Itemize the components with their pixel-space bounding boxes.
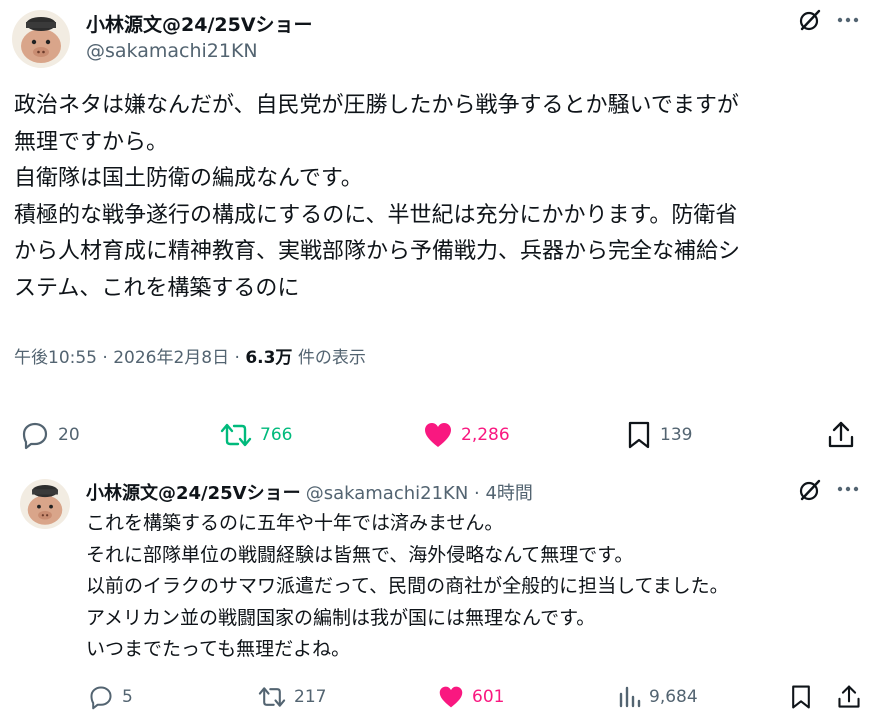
tweet-body: 政治ネタは嫌なんだが、自民党が圧勝したから戦争するとか騒いでますが 無理ですから… [14, 88, 884, 307]
timestamp[interactable]: 午後10:55 · 2026年2月8日 · [14, 348, 245, 368]
tweet-body-line: ステム、これを構築するのに [14, 275, 300, 301]
tweet-body-line: 積極的な戦争遂行の構成にするのに、半世紀は充分にかかります。防衛省 [14, 202, 738, 228]
pig-avatar-image [20, 479, 70, 529]
reply-views-count: 9,684 [649, 687, 698, 707]
avatar[interactable] [12, 10, 70, 68]
like-button[interactable]: 2,286 [423, 420, 510, 450]
grok-icon[interactable] [797, 477, 823, 507]
reply-author-handle[interactable]: @sakamachi21KN [306, 483, 469, 504]
reply-like-count: 601 [472, 687, 505, 707]
reply-icon [22, 422, 48, 450]
more-icon[interactable] [835, 10, 861, 34]
reply-repost-count: 217 [294, 687, 327, 707]
reply-avatar[interactable] [20, 479, 70, 529]
reply-repost-button[interactable]: 217 [258, 684, 326, 710]
bookmark-icon [628, 421, 650, 449]
reply-body: これを構築するのに五年や十年では済みません。 それに部隊単位の戦闘経験は皆無で、… [86, 508, 881, 666]
reply-icon [90, 686, 112, 710]
author-name[interactable]: 小林源文@24/25Vショー [86, 10, 313, 37]
tweet-body-line: 自衛隊は国土防衛の編成なんです。 [14, 166, 363, 191]
reply-like-button[interactable]: 601 [438, 684, 504, 710]
like-icon [439, 686, 463, 708]
reply-time[interactable]: · 4時間 [468, 483, 533, 504]
views-label: 件の表示 [292, 348, 366, 368]
reply-body-line: いつまでたっても無理だよね。 [86, 638, 351, 660]
grok-icon[interactable] [797, 7, 823, 37]
reply-body-line: 以前のイラクのサマワ派遣だって、民間の商社が全般的に担当してました。 [86, 575, 729, 597]
tweet-body-line: から人材育成に精神教育、実戦部隊から予備戦力、兵器から完全な補給シ [14, 239, 741, 264]
author-handle[interactable]: @sakamachi21KN [86, 40, 258, 62]
share-icon[interactable] [836, 684, 862, 714]
reply-count: 20 [58, 425, 80, 445]
repost-button[interactable]: 766 [220, 420, 292, 450]
like-icon [425, 423, 451, 447]
repost-count: 766 [260, 425, 293, 445]
views-icon [619, 686, 641, 708]
tweet-meta: 午後10:55 · 2026年2月8日 · 6.3万 件の表示 [14, 343, 366, 368]
repost-icon [258, 687, 286, 707]
reply-header: 小林源文@24/25Vショー @sakamachi21KN · 4時間 [86, 479, 533, 505]
like-count: 2,286 [461, 425, 510, 445]
tweet-body-line: 無理ですから。 [14, 129, 169, 155]
share-icon[interactable] [827, 420, 855, 454]
tweet-body-line: 政治ネタは嫌なんだが、自民党が圧勝したから戦争するとか騒いでますが [14, 93, 739, 118]
reply-author-name[interactable]: 小林源文@24/25Vショー [86, 483, 301, 504]
views-count: 6.3万 [245, 348, 293, 368]
reply-reply-button[interactable]: 5 [88, 684, 133, 710]
more-icon[interactable] [835, 479, 861, 503]
bookmark-button[interactable]: 139 [626, 420, 692, 450]
reply-button[interactable]: 20 [20, 420, 80, 450]
reply-body-line: アメリカン並の戦闘国家の編制は我が国には無理なんです。 [86, 606, 596, 629]
reply-body-line: これを構築するのに五年や十年では済みません。 [86, 512, 504, 534]
pig-avatar-image [12, 10, 70, 68]
bookmark-icon[interactable] [789, 684, 813, 714]
reply-reply-count: 5 [122, 687, 133, 707]
bookmark-count: 139 [660, 425, 693, 445]
repost-icon [220, 423, 252, 447]
reply-body-line: それに部隊単位の戦闘経験は皆無で、海外侵略なんて無理です。 [86, 543, 634, 566]
reply-views-button[interactable]: 9,684 [617, 684, 698, 710]
